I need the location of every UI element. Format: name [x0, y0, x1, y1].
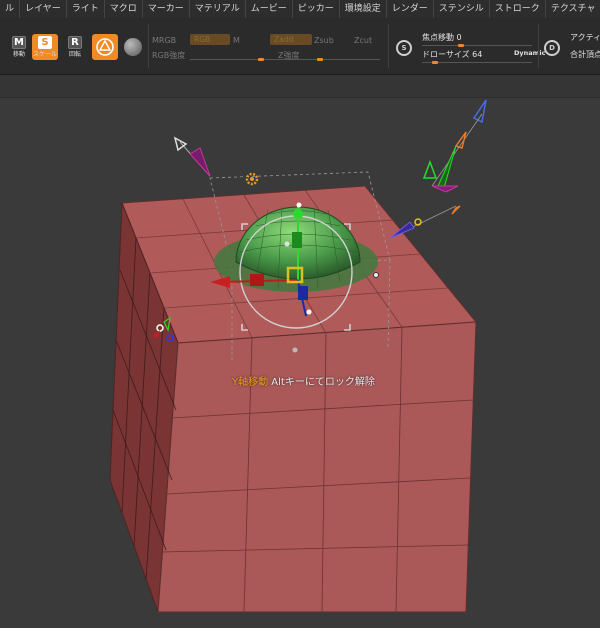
total-points-label: 合計頂点 — [570, 50, 600, 59]
zsub-label[interactable]: Zsub — [314, 36, 334, 45]
toolbar: M 移動 S スケール R 回転 MRGB RGB M RGB強度 Zadd Z… — [0, 18, 600, 75]
menu-item[interactable]: ライト — [67, 0, 105, 18]
rotate-label: 回転 — [68, 51, 81, 58]
menu-bar: ルレイヤー ライト マクロ マーカー マテリアル ムービー ピッカー 環境設定 レンダー ステンシ… — [0, 0, 600, 19]
s-circle-icon[interactable]: S — [396, 40, 412, 56]
status-highlight: Y軸移動 — [232, 377, 269, 388]
menu-item[interactable]: 環境設定 — [340, 0, 387, 18]
menu-item[interactable]: ピッカー — [293, 0, 340, 18]
viewport-canvas[interactable] — [0, 98, 600, 628]
gear-icon[interactable] — [245, 172, 259, 186]
rgb-strength-label: RGB強度 — [152, 51, 186, 60]
rgb-strength-knob[interactable] — [258, 58, 264, 61]
dynamic-toggle[interactable]: Dynamic — [514, 49, 546, 57]
focal-shift-knob[interactable] — [457, 44, 464, 47]
divider — [148, 24, 149, 68]
focal-shift-label: 焦点移動 0 — [422, 32, 462, 43]
focal-shift-value: 0 — [456, 33, 462, 42]
scale-button[interactable]: S スケール — [32, 34, 58, 60]
z-axis-tip[interactable] — [306, 309, 312, 315]
y-axis-block[interactable] — [292, 232, 302, 248]
cube-front-face — [157, 321, 477, 613]
scale-icon: S — [38, 36, 52, 49]
move-button[interactable]: M 移動 — [6, 34, 32, 60]
y-axis-tip[interactable] — [296, 202, 302, 208]
zcut-label[interactable]: Zcut — [354, 36, 372, 45]
draw-size-slider[interactable] — [422, 62, 532, 63]
gizmo-button[interactable] — [92, 34, 118, 60]
d-circle-icon[interactable]: D — [544, 40, 560, 56]
move-label: 移動 — [12, 51, 25, 58]
material-sphere-icon[interactable] — [124, 38, 142, 56]
draw-size-text: ドローサイズ — [422, 50, 470, 59]
active-points-label: アクティ — [570, 33, 600, 42]
rotate-button[interactable]: R 回転 — [62, 34, 88, 60]
x-axis-block[interactable] — [250, 274, 264, 286]
mrgb-label[interactable]: MRGB — [152, 36, 176, 45]
status-text: Altキーにてロック解除 — [271, 377, 375, 388]
scale-label: スケール — [32, 51, 57, 58]
rotate-icon: R — [68, 36, 82, 49]
rgb-toggle[interactable]: RGB — [190, 34, 230, 45]
z-strength-knob[interactable] — [316, 58, 323, 61]
cone-gizmo-right[interactable] — [389, 99, 487, 239]
shelf-strip — [0, 75, 600, 98]
status-message: Y軸移動 Altキーにてロック解除 — [232, 373, 375, 388]
menu-item[interactable]: ステンシル — [434, 0, 490, 18]
divider — [538, 24, 539, 68]
menu-item[interactable]: レンダー — [387, 0, 434, 18]
gizmo-point[interactable] — [292, 347, 298, 353]
menu-item[interactable]: ル — [0, 0, 21, 18]
menu-item[interactable]: マクロ — [105, 0, 143, 18]
draw-size-knob[interactable] — [432, 61, 439, 64]
z-strength-slider[interactable] — [270, 59, 380, 60]
focal-shift-slider[interactable] — [422, 45, 532, 46]
menu-item[interactable]: レイヤー — [20, 0, 67, 18]
gizmo-point[interactable] — [373, 272, 379, 278]
m-label[interactable]: M — [233, 36, 240, 45]
z-axis-block[interactable] — [298, 286, 308, 300]
y-axis-handle[interactable] — [293, 209, 303, 219]
menu-item[interactable]: ムービー — [246, 0, 293, 18]
draw-size-label: ドローサイズ 64 — [422, 49, 482, 60]
draw-size-value: 64 — [472, 50, 483, 59]
focal-shift-text: 焦点移動 — [422, 33, 454, 42]
menu-item[interactable]: ストローク — [490, 0, 546, 18]
divider — [388, 24, 389, 68]
menu-item[interactable]: マテリアル — [190, 0, 246, 18]
cone-gizmo-left[interactable] — [173, 136, 211, 177]
menu-item[interactable]: マーカー — [143, 0, 190, 18]
gizmo-point[interactable] — [284, 241, 290, 247]
zadd-toggle[interactable]: Zadd — [270, 34, 312, 45]
move-icon: M — [12, 36, 26, 49]
menu-item[interactable]: テクスチャ — [546, 0, 600, 18]
gizmo-icon — [96, 38, 114, 56]
